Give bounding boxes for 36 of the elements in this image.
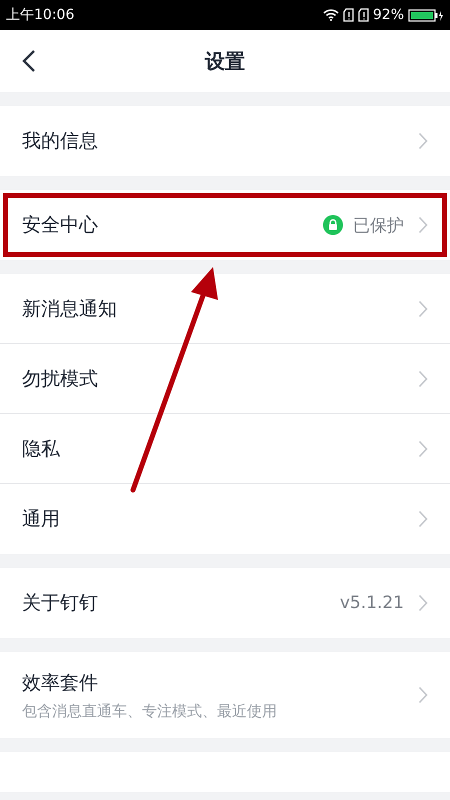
lock-icon — [323, 215, 343, 235]
row-label: 通用 — [22, 507, 61, 532]
settings-row[interactable]: 效率套件 包含消息直通车、专注模式、最近使用 — [0, 652, 450, 738]
settings-row[interactable]: 我的信息 — [0, 106, 450, 176]
row-label: 关于钉钉 — [22, 591, 99, 616]
row-label: 勿扰模式 — [22, 366, 99, 392]
chevron-right-icon — [418, 686, 428, 704]
sim-card-icon — [342, 8, 354, 22]
chevron-right-icon — [418, 510, 428, 528]
settings-row[interactable]: 安全中心 已保护 — [0, 190, 450, 260]
chevron-left-icon — [22, 49, 36, 73]
row-label: 安全中心 — [22, 213, 99, 238]
sim-card-icon — [358, 8, 369, 22]
row-subtitle: 包含消息直通车、专注模式、最近使用 — [22, 702, 278, 720]
row-label: 新消息通知 — [22, 296, 118, 322]
wifi-icon — [322, 9, 339, 21]
row-value: 已保护 — [353, 214, 404, 236]
battery-percent: 92% — [372, 7, 404, 23]
chevron-right-icon — [418, 132, 428, 150]
battery-charging-icon — [408, 8, 444, 22]
settings-row[interactable]: 关于钉钉 v5.1.21 — [0, 568, 450, 638]
chevron-right-icon — [418, 440, 428, 458]
settings-row[interactable]: 勿扰模式 — [0, 344, 450, 414]
chevron-right-icon — [418, 594, 428, 612]
chevron-right-icon — [418, 370, 428, 388]
row-label: 效率套件 — [22, 670, 99, 696]
chevron-right-icon — [418, 300, 428, 318]
status-time: 上午10:06 — [6, 6, 74, 24]
page-title: 设置 — [205, 48, 245, 74]
settings-row[interactable]: 隐私 — [0, 414, 450, 484]
settings-row[interactable]: 通用 — [0, 484, 450, 554]
chevron-right-icon — [418, 216, 428, 234]
row-value: v5.1.21 — [340, 593, 404, 613]
row-label: 我的信息 — [22, 129, 99, 154]
back-button[interactable] — [22, 49, 36, 73]
row-label: 隐私 — [22, 436, 61, 462]
